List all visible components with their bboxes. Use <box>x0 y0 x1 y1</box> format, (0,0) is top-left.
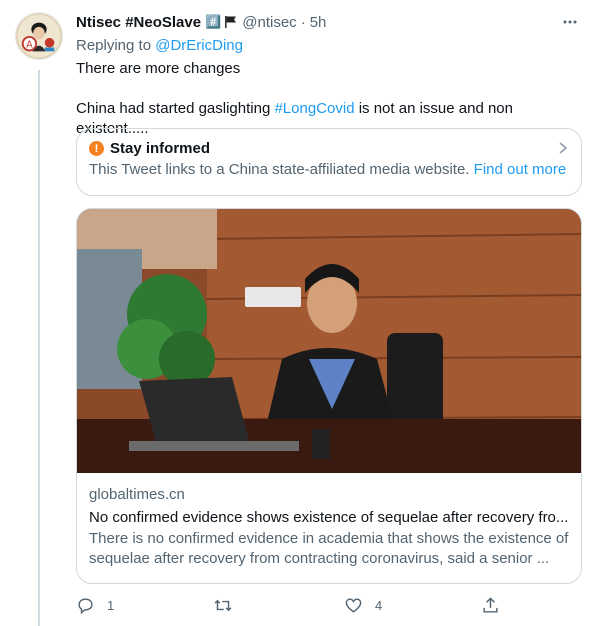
notice-body: This Tweet links to a China state-affili… <box>89 161 569 178</box>
timestamp[interactable]: 5h <box>310 14 327 31</box>
card-meta: globaltimes.cn No confirmed evidence sho… <box>77 473 581 569</box>
like-icon <box>345 598 362 613</box>
like-button[interactable]: 4 <box>344 596 382 615</box>
chevron-right-icon <box>557 141 569 160</box>
retweet-button[interactable] <box>213 596 245 615</box>
retweet-icon <box>214 599 232 612</box>
reply-count: 1 <box>107 598 115 613</box>
text-before-hashtag: China had started gaslighting <box>76 100 271 117</box>
card-domain: globaltimes.cn <box>89 486 185 503</box>
replying-to: Replying to @DrEricDing <box>76 37 582 57</box>
notice-title: Stay informed <box>110 140 211 157</box>
like-count: 4 <box>375 598 383 613</box>
stay-informed-notice[interactable]: ! Stay informed This Tweet links to a Ch… <box>76 128 582 196</box>
hash-emoji: #️⃣ <box>205 14 222 29</box>
warning-icon: ! <box>89 141 104 156</box>
link-card[interactable]: globaltimes.cn No confirmed evidence sho… <box>76 208 582 584</box>
avatar[interactable]: A <box>15 12 63 60</box>
notice-title-row: ! Stay informed <box>89 140 569 157</box>
reply-button[interactable]: 1 <box>76 596 114 615</box>
tweet-content: Ntisec #NeoSlave #️⃣ @ntisec · 5h Replyi… <box>76 12 582 615</box>
card-title[interactable]: No confirmed evidence shows existence of… <box>89 509 569 526</box>
card-description: There is no confirmed evidence in academ… <box>89 530 569 567</box>
flag-icon <box>224 15 238 29</box>
svg-text:A: A <box>26 40 33 51</box>
tweet-text-line-1: There are more changes <box>76 60 241 77</box>
display-name[interactable]: Ntisec #NeoSlave <box>76 14 201 31</box>
mention-link[interactable]: @DrEricDing <box>155 37 243 54</box>
tweet-header: Ntisec #NeoSlave #️⃣ @ntisec · 5h <box>76 12 582 32</box>
find-out-more-link[interactable]: Find out more <box>474 161 567 178</box>
card-image[interactable] <box>77 209 582 473</box>
handle[interactable]: @ntisec <box>242 14 296 31</box>
more-icon[interactable] <box>560 12 580 32</box>
reply-icon <box>78 598 93 615</box>
replying-prefix: Replying to <box>76 37 152 54</box>
share-icon <box>483 597 498 613</box>
separator-dot: · <box>300 13 306 31</box>
action-bar: 1 4 <box>76 596 582 616</box>
hashtag-link[interactable]: #LongCovid <box>274 100 354 117</box>
notice-text: This Tweet links to a China state-affili… <box>89 161 470 178</box>
share-button[interactable] <box>481 596 500 615</box>
thread-line <box>38 70 40 626</box>
